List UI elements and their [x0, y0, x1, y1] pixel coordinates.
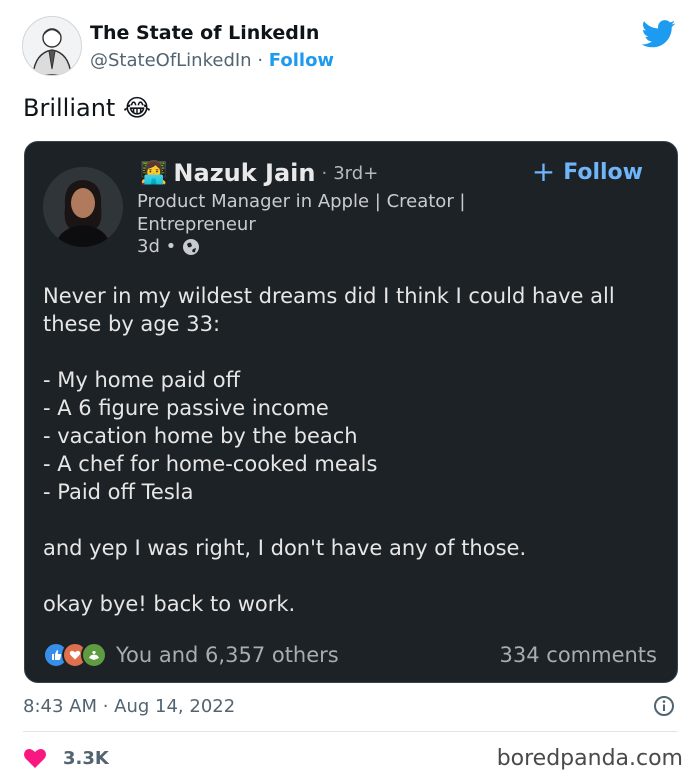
tweet-actions-row: 3.3K boredpanda.com: [23, 744, 683, 772]
like-button[interactable]: 3.3K: [23, 747, 109, 769]
post-body-line: okay bye! back to work.: [43, 592, 296, 616]
linkedin-avatar[interactable]: [43, 167, 123, 247]
reactions-group[interactable]: You and 6,357 others: [43, 642, 339, 668]
linkedin-follow-button[interactable]: + Follow: [532, 158, 643, 186]
linkedin-name[interactable]: Nazuk Jain: [173, 159, 315, 187]
author-handle-row: @StateOfLinkedIn · Follow: [90, 50, 334, 71]
post-body-line: Never in my wildest dreams did I think I…: [43, 284, 615, 336]
author-handle[interactable]: @StateOfLinkedIn: [90, 50, 252, 71]
divider: [23, 731, 677, 732]
author-name[interactable]: The State of LinkedIn: [90, 22, 319, 44]
connection-degree: 3rd+: [333, 162, 379, 184]
post-body-line: - A 6 figure passive income: [43, 396, 329, 420]
author-avatar[interactable]: [22, 16, 82, 76]
post-body-line: - vacation home by the beach: [43, 424, 358, 448]
reactions-count[interactable]: You and 6,357 others: [116, 643, 339, 667]
tweet-header: The State of LinkedIn @StateOfLinkedIn ·…: [22, 14, 678, 84]
post-body-line: - My home paid off: [43, 368, 241, 392]
linkedin-headline: Product Manager in Apple | Creator | Ent…: [137, 191, 466, 235]
post-body-line: - Paid off Tesla: [43, 480, 194, 504]
comments-count[interactable]: 334 comments: [500, 643, 657, 667]
tweet-text: Brilliant 😂: [23, 94, 152, 122]
linkedin-name-row: 👩‍💻 Nazuk Jain · 3rd+: [140, 156, 378, 190]
source-watermark: boredpanda.com: [496, 745, 683, 771]
post-social-counts: You and 6,357 others 334 comments: [43, 638, 657, 672]
linkedin-follow-label: Follow: [563, 159, 643, 185]
post-age: 3d •: [137, 236, 177, 257]
like-count: 3.3K: [63, 747, 109, 769]
support-reaction-icon: [81, 642, 107, 668]
technologist-emoji: 👩‍💻: [140, 160, 168, 186]
info-icon[interactable]: [653, 695, 675, 717]
heart-icon: [24, 749, 46, 768]
tweet-timestamp[interactable]: 8:43 AM · Aug 14, 2022: [23, 696, 235, 717]
globe-icon: [183, 238, 200, 255]
linkedin-post-card[interactable]: 👩‍💻 Nazuk Jain · 3rd+ + Follow Product M…: [24, 141, 678, 683]
tweet-time-row: 8:43 AM · Aug 14, 2022: [23, 693, 675, 719]
post-body-line: - A chef for home-cooked meals: [43, 452, 378, 476]
plus-icon: +: [531, 155, 556, 188]
separator-dot: ·: [257, 50, 264, 71]
linkedin-post-body: Never in my wildest dreams did I think I…: [43, 282, 663, 618]
post-meta: 3d •: [137, 236, 200, 257]
degree-separator: ·: [321, 162, 328, 184]
twitter-bird-icon[interactable]: [642, 20, 676, 48]
post-body-line: and yep I was right, I don't have any of…: [43, 536, 527, 560]
follow-button[interactable]: Follow: [269, 50, 334, 71]
